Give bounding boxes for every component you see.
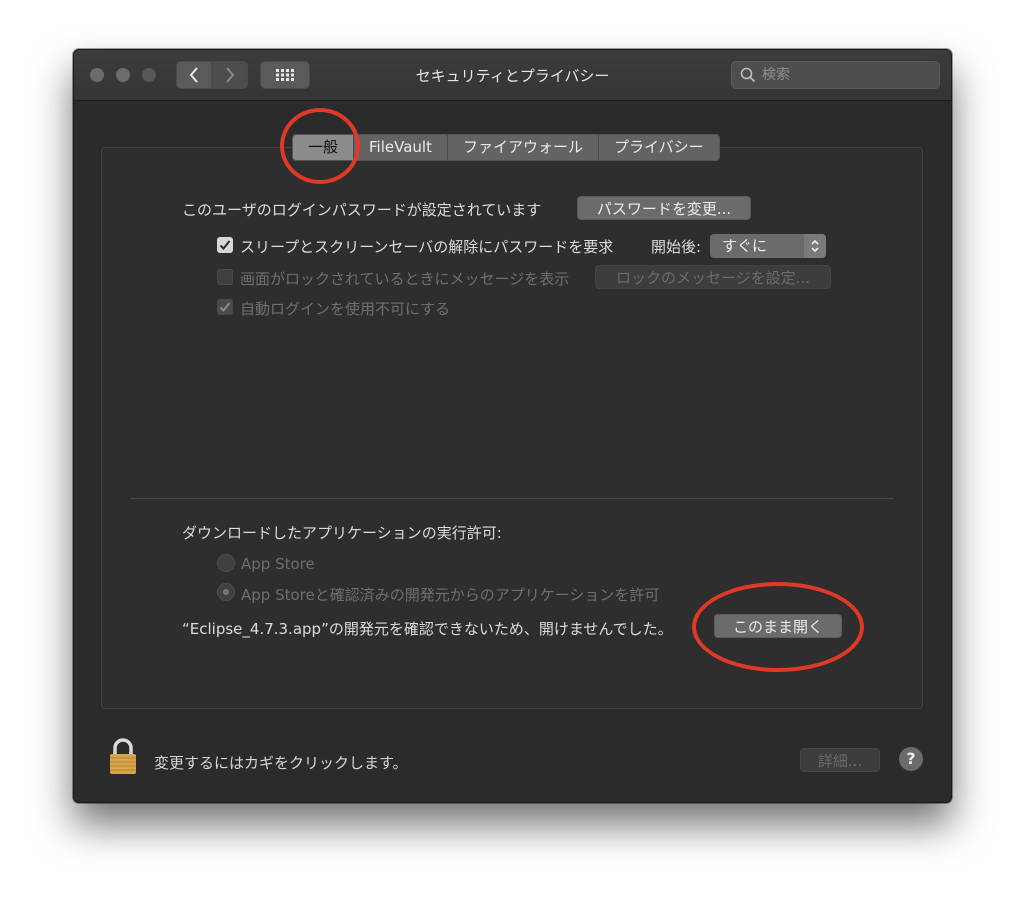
section-divider bbox=[130, 498, 894, 499]
lock-hint-text: 変更するにはカギをクリックします。 bbox=[154, 754, 408, 772]
password-delay-value: すぐに bbox=[722, 237, 768, 255]
title-bar: セキュリティとプライバシー bbox=[74, 50, 951, 101]
checkmark-icon bbox=[219, 302, 231, 312]
tab-bar: 一般 FileVault ファイアウォール プライバシー bbox=[292, 134, 720, 161]
set-lock-message-button[interactable]: ロックのメッセージを設定... bbox=[595, 265, 831, 289]
advanced-button[interactable]: 詳細... bbox=[800, 748, 880, 772]
require-password-label: スリープとスクリーンセーバの解除にパスワードを要求 bbox=[240, 238, 614, 256]
require-password-checkbox[interactable] bbox=[217, 237, 233, 253]
open-anyway-button[interactable]: このまま開く bbox=[714, 614, 842, 638]
checkmark-icon bbox=[219, 240, 231, 250]
search-icon bbox=[740, 67, 756, 83]
help-button[interactable]: ? bbox=[899, 747, 923, 771]
downloads-heading: ダウンロードしたアプリケーションの実行許可: bbox=[182, 524, 502, 542]
preferences-window: セキュリティとプライバシー 一般 FileVault ファイアウォール プライバ… bbox=[73, 49, 952, 803]
password-set-label: このユーザのログインパスワードが設定されています bbox=[182, 201, 542, 219]
after-delay-label: 開始後: bbox=[651, 238, 702, 256]
change-password-button[interactable]: パスワードを変更... bbox=[577, 196, 751, 220]
radio-app-store-identified[interactable] bbox=[217, 583, 235, 601]
blocked-app-message: “Eclipse_4.7.3.app”の開発元を確認できないため、開けませんでし… bbox=[182, 620, 673, 638]
search-input[interactable] bbox=[756, 67, 922, 83]
tab-privacy[interactable]: プライバシー bbox=[598, 135, 719, 160]
radio-app-store[interactable] bbox=[217, 554, 235, 572]
stepper-updown-icon bbox=[804, 234, 826, 258]
tab-firewall[interactable]: ファイアウォール bbox=[447, 135, 599, 160]
lock-message-checkbox[interactable] bbox=[217, 269, 233, 285]
lock-message-label: 画面がロックされているときにメッセージを表示 bbox=[240, 270, 570, 288]
radio-app-store-label: App Store bbox=[241, 555, 315, 573]
password-delay-select[interactable]: すぐに bbox=[710, 234, 826, 258]
search-field[interactable] bbox=[731, 61, 940, 89]
padlock-icon[interactable] bbox=[108, 738, 138, 776]
disable-autologin-checkbox[interactable] bbox=[217, 299, 233, 315]
disable-autologin-label: 自動ログインを使用不可にする bbox=[240, 300, 451, 318]
tab-general[interactable]: 一般 bbox=[293, 135, 355, 160]
tab-filevault[interactable]: FileVault bbox=[354, 135, 448, 160]
radio-app-store-identified-label: App Storeと確認済みの開発元からのアプリケーションを許可 bbox=[241, 586, 660, 604]
